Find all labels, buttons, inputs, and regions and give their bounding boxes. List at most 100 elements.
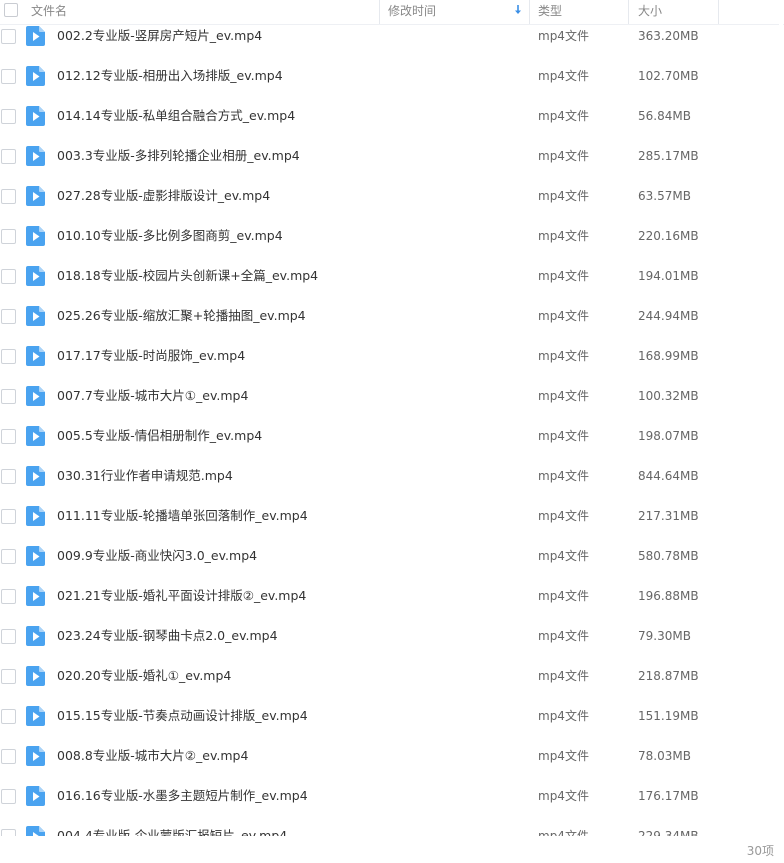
file-row[interactable]: 016.16专业版-水墨多主题短片制作_ev.mp4 mp4文件 176.17MB	[0, 776, 784, 816]
file-row[interactable]: 011.11专业版-轮播墙单张回落制作_ev.mp4 mp4文件 217.31MB	[0, 496, 784, 536]
file-name[interactable]: 002.2专业版-竖屏房产短片_ev.mp4	[57, 16, 262, 56]
file-type: mp4文件	[538, 109, 589, 123]
file-row[interactable]: 004.4专业版-企业蒙版汇报短片_ev.mp4 mp4文件 229.34MB	[0, 816, 784, 836]
video-file-icon	[26, 466, 45, 486]
video-file-icon	[26, 746, 45, 766]
video-file-icon	[26, 826, 45, 836]
video-file-icon	[26, 666, 45, 686]
file-type: mp4文件	[538, 429, 589, 443]
file-row[interactable]: 025.26专业版-缩放汇聚+轮播抽图_ev.mp4 mp4文件 244.94MB	[0, 296, 784, 336]
file-row[interactable]: 012.12专业版-相册出入场排版_ev.mp4 mp4文件 102.70MB	[0, 56, 784, 96]
file-name[interactable]: 023.24专业版-钢琴曲卡点2.0_ev.mp4	[57, 616, 278, 656]
file-name[interactable]: 030.31行业作者申请规范.mp4	[57, 456, 233, 496]
row-checkbox[interactable]	[1, 149, 16, 164]
select-all-checkbox[interactable]	[4, 3, 18, 17]
file-size: 244.94MB	[638, 309, 699, 323]
row-checkbox[interactable]	[1, 749, 16, 764]
file-row[interactable]: 007.7专业版-城市大片①_ev.mp4 mp4文件 100.32MB	[0, 376, 784, 416]
file-row[interactable]: 005.5专业版-情侣相册制作_ev.mp4 mp4文件 198.07MB	[0, 416, 784, 456]
file-type: mp4文件	[538, 709, 589, 723]
file-size: 56.84MB	[638, 109, 691, 123]
file-name[interactable]: 017.17专业版-时尚服饰_ev.mp4	[57, 336, 245, 376]
file-row[interactable]: 020.20专业版-婚礼①_ev.mp4 mp4文件 218.87MB	[0, 656, 784, 696]
row-checkbox[interactable]	[1, 549, 16, 564]
video-file-icon	[26, 426, 45, 446]
row-checkbox[interactable]	[1, 429, 16, 444]
scrollbar[interactable]	[778, 24, 784, 836]
file-row[interactable]: 010.10专业版-多比例多图商剪_ev.mp4 mp4文件 220.16MB	[0, 216, 784, 256]
file-size: 168.99MB	[638, 349, 699, 363]
file-size: 218.87MB	[638, 669, 699, 683]
file-name[interactable]: 007.7专业版-城市大片①_ev.mp4	[57, 376, 248, 416]
file-size: 580.78MB	[638, 549, 699, 563]
row-checkbox[interactable]	[1, 269, 16, 284]
file-type: mp4文件	[538, 269, 589, 283]
row-checkbox[interactable]	[1, 389, 16, 404]
file-size: 78.03MB	[638, 749, 691, 763]
file-size: 79.30MB	[638, 629, 691, 643]
file-row[interactable]: 002.2专业版-竖屏房产短片_ev.mp4 mp4文件 363.20MB	[0, 16, 784, 56]
file-type: mp4文件	[538, 69, 589, 83]
file-type: mp4文件	[538, 189, 589, 203]
video-file-icon	[26, 506, 45, 526]
video-file-icon	[26, 146, 45, 166]
file-name[interactable]: 015.15专业版-节奏点动画设计排版_ev.mp4	[57, 696, 308, 736]
file-row[interactable]: 030.31行业作者申请规范.mp4 mp4文件 844.64MB	[0, 456, 784, 496]
file-row[interactable]: 017.17专业版-时尚服饰_ev.mp4 mp4文件 168.99MB	[0, 336, 784, 376]
status-footer: 30项	[0, 836, 784, 863]
file-name[interactable]: 014.14专业版-私单组合融合方式_ev.mp4	[57, 96, 295, 136]
row-checkbox[interactable]	[1, 349, 16, 364]
row-checkbox[interactable]	[1, 229, 16, 244]
file-name[interactable]: 005.5专业版-情侣相册制作_ev.mp4	[57, 416, 262, 456]
row-checkbox[interactable]	[1, 309, 16, 324]
row-checkbox[interactable]	[1, 69, 16, 84]
row-checkbox[interactable]	[1, 469, 16, 484]
file-type: mp4文件	[538, 829, 589, 836]
file-row[interactable]: 014.14专业版-私单组合融合方式_ev.mp4 mp4文件 56.84MB	[0, 96, 784, 136]
file-row[interactable]: 008.8专业版-城市大片②_ev.mp4 mp4文件 78.03MB	[0, 736, 784, 776]
file-name[interactable]: 009.9专业版-商业快闪3.0_ev.mp4	[57, 536, 257, 576]
file-row[interactable]: 027.28专业版-虚影排版设计_ev.mp4 mp4文件 63.57MB	[0, 176, 784, 216]
row-checkbox[interactable]	[1, 629, 16, 644]
row-checkbox[interactable]	[1, 829, 16, 836]
video-file-icon	[26, 346, 45, 366]
row-checkbox[interactable]	[1, 589, 16, 604]
video-file-icon	[26, 386, 45, 406]
file-name[interactable]: 008.8专业版-城市大片②_ev.mp4	[57, 736, 248, 776]
file-size: 100.32MB	[638, 389, 699, 403]
file-size: 229.34MB	[638, 829, 699, 836]
file-row[interactable]: 021.21专业版-婚礼平面设计排版②_ev.mp4 mp4文件 196.88MB	[0, 576, 784, 616]
row-checkbox[interactable]	[1, 509, 16, 524]
file-name[interactable]: 020.20专业版-婚礼①_ev.mp4	[57, 656, 231, 696]
file-size: 285.17MB	[638, 149, 699, 163]
video-file-icon	[26, 586, 45, 606]
file-size: 198.07MB	[638, 429, 699, 443]
file-name[interactable]: 011.11专业版-轮播墙单张回落制作_ev.mp4	[57, 496, 308, 536]
video-file-icon	[26, 186, 45, 206]
file-name[interactable]: 021.21专业版-婚礼平面设计排版②_ev.mp4	[57, 576, 306, 616]
file-row[interactable]: 018.18专业版-校园片头创新课+全篇_ev.mp4 mp4文件 194.01MB	[0, 256, 784, 296]
row-checkbox[interactable]	[1, 29, 16, 44]
row-checkbox[interactable]	[1, 669, 16, 684]
file-row[interactable]: 009.9专业版-商业快闪3.0_ev.mp4 mp4文件 580.78MB	[0, 536, 784, 576]
file-name[interactable]: 018.18专业版-校园片头创新课+全篇_ev.mp4	[57, 256, 318, 296]
file-name[interactable]: 010.10专业版-多比例多图商剪_ev.mp4	[57, 216, 283, 256]
file-name[interactable]: 012.12专业版-相册出入场排版_ev.mp4	[57, 56, 283, 96]
file-name[interactable]: 027.28专业版-虚影排版设计_ev.mp4	[57, 176, 270, 216]
file-row[interactable]: 003.3专业版-多排列轮播企业相册_ev.mp4 mp4文件 285.17MB	[0, 136, 784, 176]
row-checkbox[interactable]	[1, 189, 16, 204]
file-type: mp4文件	[538, 589, 589, 603]
file-name[interactable]: 003.3专业版-多排列轮播企业相册_ev.mp4	[57, 136, 300, 176]
file-row[interactable]: 023.24专业版-钢琴曲卡点2.0_ev.mp4 mp4文件 79.30MB	[0, 616, 784, 656]
row-checkbox[interactable]	[1, 709, 16, 724]
video-file-icon	[26, 706, 45, 726]
file-name[interactable]: 025.26专业版-缩放汇聚+轮播抽图_ev.mp4	[57, 296, 306, 336]
file-name[interactable]: 016.16专业版-水墨多主题短片制作_ev.mp4	[57, 776, 308, 816]
file-row[interactable]: 015.15专业版-节奏点动画设计排版_ev.mp4 mp4文件 151.19MB	[0, 696, 784, 736]
file-name[interactable]: 004.4专业版-企业蒙版汇报短片_ev.mp4	[57, 816, 287, 836]
file-size: 102.70MB	[638, 69, 699, 83]
row-checkbox[interactable]	[1, 789, 16, 804]
video-file-icon	[26, 266, 45, 286]
row-checkbox[interactable]	[1, 109, 16, 124]
sort-down-arrow-icon[interactable]	[512, 3, 524, 17]
